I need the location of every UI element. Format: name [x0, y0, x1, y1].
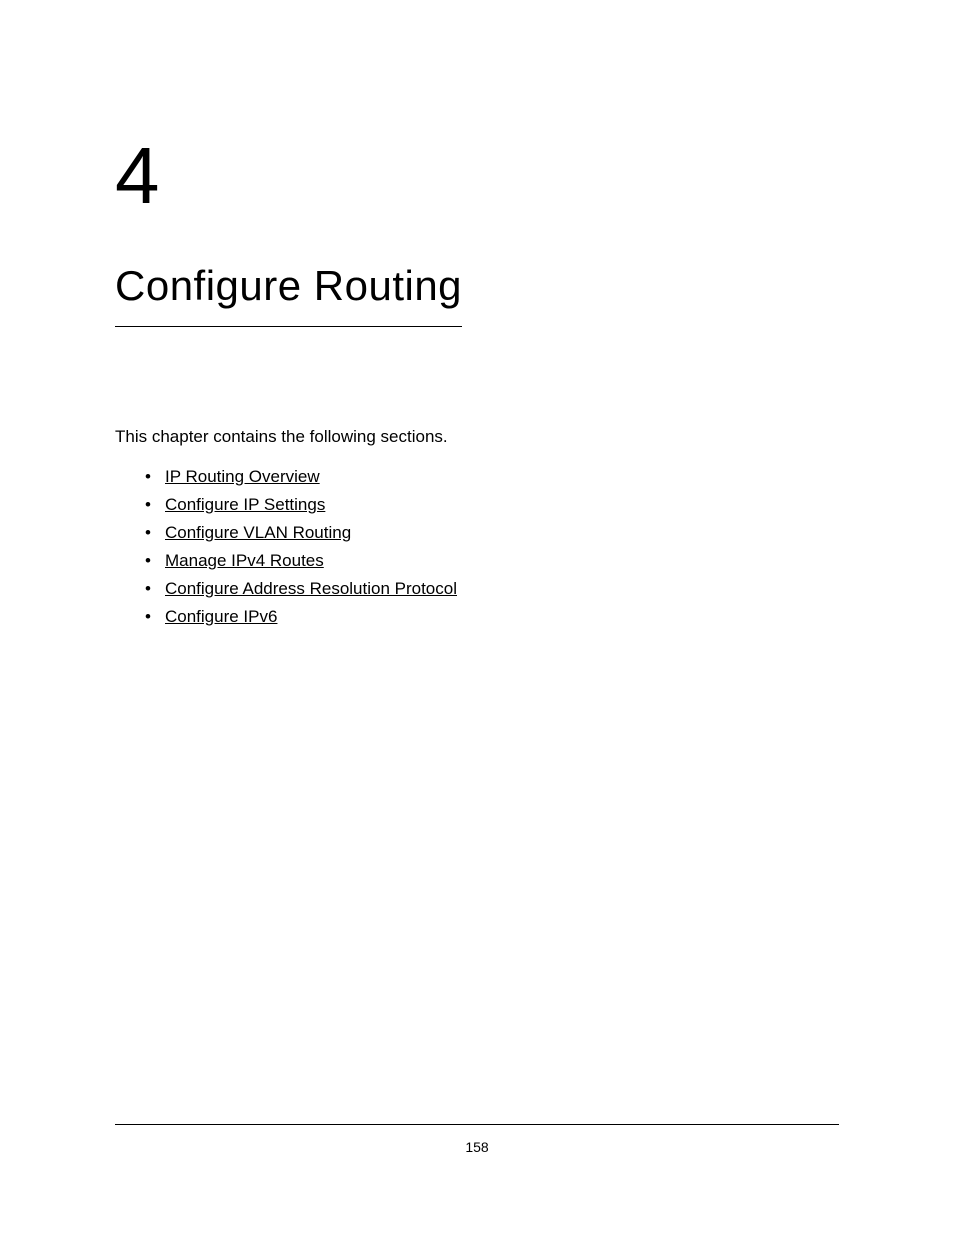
- list-item: Configure IPv6: [165, 607, 839, 627]
- intro-text: This chapter contains the following sect…: [115, 427, 839, 447]
- list-item: Configure VLAN Routing: [165, 523, 839, 543]
- section-link-configure-ipv6[interactable]: Configure IPv6: [165, 607, 277, 626]
- page-container: 4 Configure Routing This chapter contain…: [0, 0, 954, 1235]
- list-item: Configure Address Resolution Protocol: [165, 579, 839, 599]
- list-item: IP Routing Overview: [165, 467, 839, 487]
- section-link-configure-vlan-routing[interactable]: Configure VLAN Routing: [165, 523, 351, 542]
- section-link-manage-ipv4-routes[interactable]: Manage IPv4 Routes: [165, 551, 324, 570]
- chapter-title: Configure Routing: [115, 262, 462, 327]
- section-link-ip-routing-overview[interactable]: IP Routing Overview: [165, 467, 320, 486]
- list-item: Configure IP Settings: [165, 495, 839, 515]
- section-link-configure-arp[interactable]: Configure Address Resolution Protocol: [165, 579, 457, 598]
- page-number: 158: [465, 1139, 488, 1155]
- page-footer: 158: [115, 1124, 839, 1157]
- chapter-number: 4: [115, 130, 839, 222]
- list-item: Manage IPv4 Routes: [165, 551, 839, 571]
- section-link-configure-ip-settings[interactable]: Configure IP Settings: [165, 495, 325, 514]
- section-list: IP Routing Overview Configure IP Setting…: [115, 467, 839, 627]
